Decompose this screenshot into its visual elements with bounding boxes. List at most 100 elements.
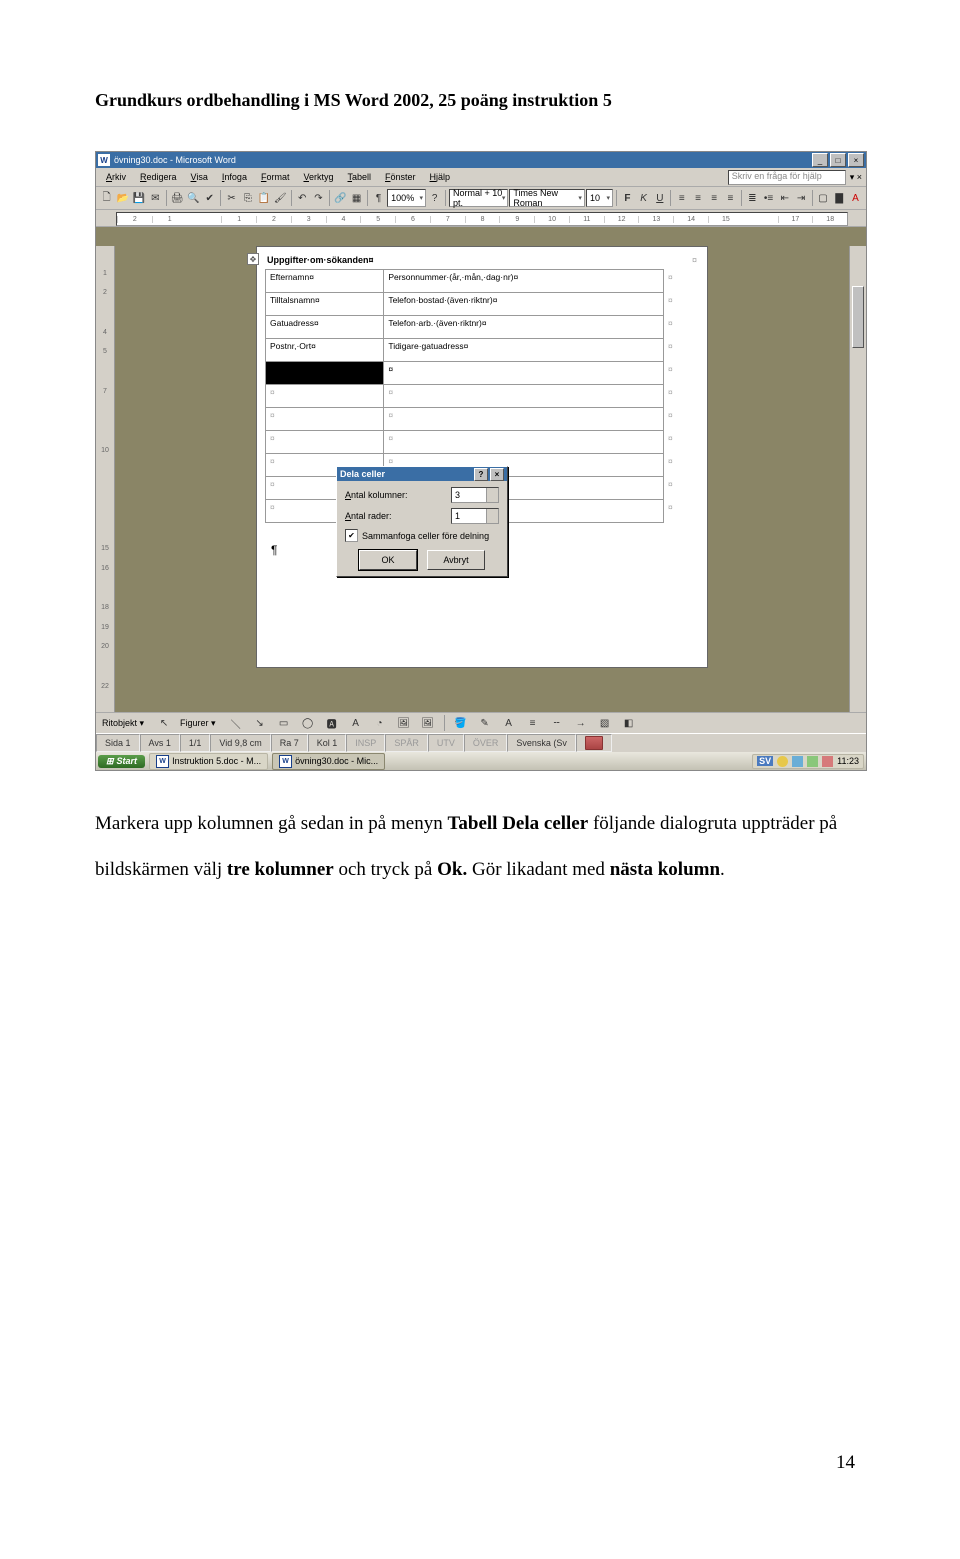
outdent-icon[interactable]: ⇤: [777, 188, 792, 208]
italic-icon[interactable]: K: [636, 188, 651, 208]
underline-icon[interactable]: U: [652, 188, 667, 208]
numbering-icon[interactable]: ≣: [745, 188, 760, 208]
open-icon[interactable]: 📂: [115, 188, 130, 208]
status-insp[interactable]: INSP: [346, 734, 385, 752]
new-doc-icon[interactable]: 🗋: [99, 188, 114, 208]
menu-arkiv[interactable]: Arkiv: [100, 170, 132, 184]
status-lang[interactable]: Svenska (Sv: [507, 734, 576, 752]
bullets-icon[interactable]: •≡: [761, 188, 776, 208]
rows-spinner[interactable]: 1 ▲ ▼: [451, 508, 499, 524]
cancel-button[interactable]: Avbryt: [427, 550, 485, 570]
menu-verktyg[interactable]: Verktyg: [297, 170, 339, 184]
table-cell[interactable]: Efternamn¤: [266, 270, 384, 293]
table-cell[interactable]: Telefon·bostad·(även·riktnr)¤: [384, 293, 664, 316]
help-icon[interactable]: ?: [427, 188, 442, 208]
oval-icon[interactable]: ◯: [298, 713, 318, 733]
arrow-icon[interactable]: ↘: [250, 713, 270, 733]
align-left-icon[interactable]: ≡: [674, 188, 689, 208]
tables-borders-icon[interactable]: ▦: [349, 188, 364, 208]
clipart-icon[interactable]: 🖼: [394, 713, 414, 733]
dialog-close-icon[interactable]: ×: [490, 468, 504, 481]
3d-icon[interactable]: ◧: [619, 713, 639, 733]
zoom-combo[interactable]: 100%: [387, 189, 426, 207]
dashstyle-icon[interactable]: ╌: [547, 713, 567, 733]
cut-icon[interactable]: ✂: [224, 188, 239, 208]
format-painter-icon[interactable]: 🖌: [273, 188, 288, 208]
scroll-thumb[interactable]: [852, 286, 864, 348]
borders-icon[interactable]: ▢: [815, 188, 830, 208]
rectangle-icon[interactable]: ▭: [274, 713, 294, 733]
maximize-button[interactable]: □: [830, 153, 846, 167]
show-paragraph-icon[interactable]: ¶: [371, 188, 386, 208]
shadow-icon[interactable]: ▧: [595, 713, 615, 733]
merge-checkbox[interactable]: ✔: [345, 529, 358, 542]
print-preview-icon[interactable]: 🔍: [186, 188, 201, 208]
picture-icon[interactable]: 🖼: [418, 713, 438, 733]
table-cell[interactable]: Personnummer·(år,·mån,·dag·nr)¤: [384, 270, 664, 293]
menu-fonster[interactable]: Fönster: [379, 170, 422, 184]
fontcolor-icon[interactable]: A: [499, 713, 519, 733]
taskbar-item-instruktion[interactable]: W Instruktion 5.doc - M...: [149, 753, 268, 770]
table-cell[interactable]: ¤: [384, 385, 664, 408]
dialog-titlebar[interactable]: Dela celler ? ×: [337, 467, 507, 481]
menu-format[interactable]: Format: [255, 170, 296, 184]
table-cell[interactable]: Telefon·arb.·(även·riktnr)¤: [384, 316, 664, 339]
cols-spinner[interactable]: 3 ▲ ▼: [451, 487, 499, 503]
ok-button[interactable]: OK: [359, 550, 417, 570]
wordart-icon[interactable]: A: [346, 713, 366, 733]
justify-icon[interactable]: ≡: [723, 188, 738, 208]
tray-icon[interactable]: [792, 756, 803, 767]
align-center-icon[interactable]: ≡: [690, 188, 705, 208]
linecolor-icon[interactable]: ✎: [475, 713, 495, 733]
spinner-up-icon[interactable]: ▲: [486, 488, 497, 496]
start-button[interactable]: ⊞ Start: [98, 755, 145, 768]
table-cell[interactable]: ¤: [384, 408, 664, 431]
table-row-selected[interactable]: ¤¤¤: [266, 362, 683, 385]
dialog-help-icon[interactable]: ?: [474, 468, 488, 481]
save-icon[interactable]: 💾: [131, 188, 146, 208]
paste-icon[interactable]: 📋: [256, 188, 271, 208]
table-cell[interactable]: Gatuadress¤: [266, 316, 384, 339]
bold-icon[interactable]: F: [620, 188, 635, 208]
table-cell[interactable]: ¤: [266, 362, 384, 385]
table-cell[interactable]: ¤: [384, 362, 664, 385]
draw-figurer[interactable]: Figurer ▾: [178, 718, 222, 729]
menu-close-doc-icon[interactable]: ▾ ×: [850, 172, 862, 183]
menu-infoga[interactable]: Infoga: [216, 170, 253, 184]
align-right-icon[interactable]: ≡: [707, 188, 722, 208]
print-icon[interactable]: 🖨: [170, 188, 185, 208]
line-icon[interactable]: ＼: [226, 713, 246, 733]
spinner-up-icon[interactable]: ▲: [486, 509, 497, 517]
table-cell[interactable]: ¤: [384, 431, 664, 454]
minimize-button[interactable]: _: [812, 153, 828, 167]
table-cell[interactable]: Tilltalsnamn¤: [266, 293, 384, 316]
menu-visa[interactable]: Visa: [185, 170, 214, 184]
mail-icon[interactable]: ✉: [148, 188, 163, 208]
vertical-ruler[interactable]: 1245710151618192022: [96, 246, 115, 716]
table-cell[interactable]: ¤: [266, 385, 384, 408]
close-button[interactable]: ×: [848, 153, 864, 167]
table-move-handle-icon[interactable]: ✥: [247, 253, 259, 265]
hyperlink-icon[interactable]: 🔗: [333, 188, 348, 208]
table-cell[interactable]: Tidigare·gatuadress¤: [384, 339, 664, 362]
table-cell[interactable]: ¤: [266, 408, 384, 431]
status-book-icon[interactable]: [576, 734, 612, 752]
tray-icon[interactable]: [807, 756, 818, 767]
help-search-input[interactable]: Skriv en fråga för hjälp: [728, 170, 846, 185]
style-combo[interactable]: Normal + 10 pt.: [449, 189, 508, 207]
menu-tabell[interactable]: Tabell: [342, 170, 378, 184]
select-arrow-icon[interactable]: ↖: [154, 713, 174, 733]
menu-redigera[interactable]: Redigera: [134, 170, 183, 184]
menu-hjalp[interactable]: Hjälp: [424, 170, 457, 184]
lineweight-icon[interactable]: ≡: [523, 713, 543, 733]
lang-indicator[interactable]: SV: [757, 756, 773, 766]
clock[interactable]: 11:23: [837, 756, 859, 766]
diagram-icon[interactable]: ◔: [370, 713, 390, 733]
spinner-down-icon[interactable]: ▼: [486, 515, 497, 523]
copy-icon[interactable]: ⎘: [240, 188, 255, 208]
spinner-down-icon[interactable]: ▼: [486, 494, 497, 502]
horizontal-ruler[interactable]: 211234567891011121314151718: [116, 212, 848, 226]
tray-icon[interactable]: [777, 756, 788, 767]
status-utv[interactable]: UTV: [428, 734, 464, 752]
font-color-icon[interactable]: A: [848, 188, 863, 208]
